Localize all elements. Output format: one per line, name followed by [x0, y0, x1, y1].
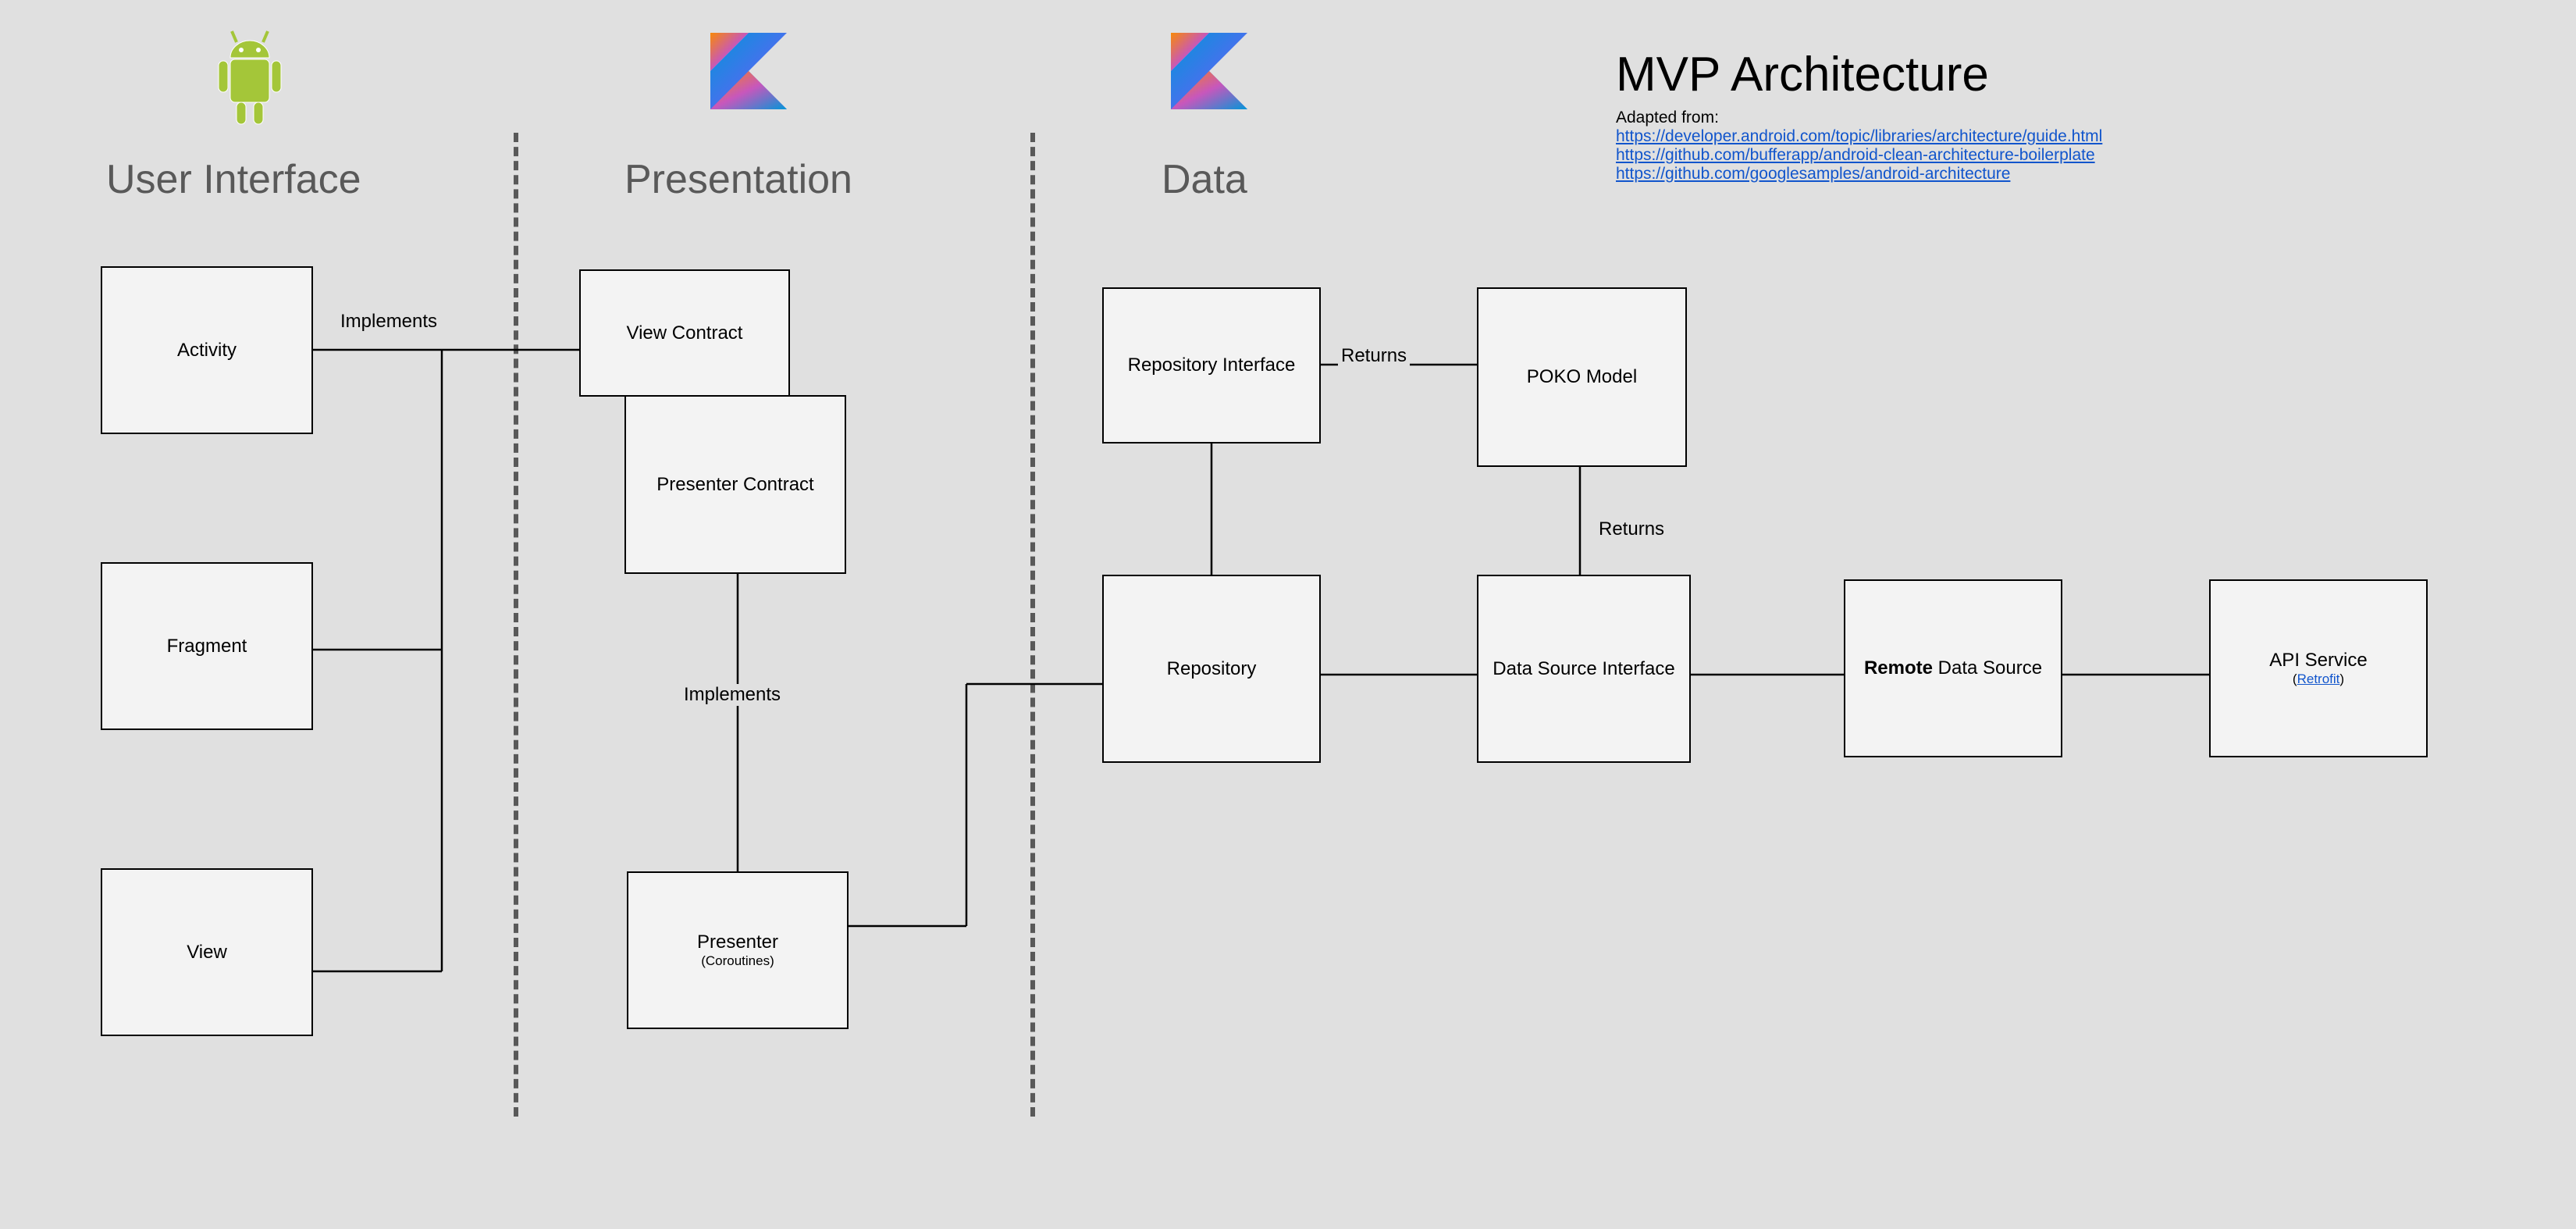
section-title-ui: User Interface: [106, 156, 361, 203]
title-block: MVP Architecture Adapted from: https://d…: [1616, 47, 2514, 183]
label-bold: Remote: [1864, 657, 1933, 679]
box-view: View: [101, 868, 313, 1036]
ref-link[interactable]: https://developer.android.com/topic/libr…: [1616, 127, 2514, 146]
ref-link[interactable]: https://github.com/googlesamples/android…: [1616, 165, 2514, 183]
box-dsi: Data Source Interface: [1477, 575, 1691, 763]
retrofit-link[interactable]: Retrofit: [2297, 671, 2340, 686]
box-poko: POKO Model: [1477, 287, 1687, 467]
label: Repository: [1167, 658, 1257, 680]
box-remote: Remote Data Source: [1844, 579, 2062, 757]
edge-implements: Implements: [337, 311, 440, 333]
sublabel: (Coroutines): [701, 953, 774, 969]
ref-link[interactable]: https://github.com/bufferapp/android-cle…: [1616, 146, 2514, 165]
label: Repository Interface: [1128, 354, 1296, 376]
sublabel: (Retrofit): [2293, 671, 2344, 687]
label: Data Source: [1938, 657, 2042, 679]
android-icon: [207, 20, 293, 134]
label: Presenter Contract: [656, 474, 813, 496]
kotlin-icon: [1171, 33, 1247, 113]
divider: [1030, 133, 1035, 1117]
label: POKO Model: [1527, 366, 1637, 388]
box-repository: Repository: [1102, 575, 1321, 763]
kotlin-icon: [710, 33, 787, 113]
section-title-presentation: Presentation: [624, 156, 852, 203]
page-title: MVP Architecture: [1616, 47, 2514, 102]
box-presenter-contract: Presenter Contract: [624, 395, 846, 574]
adapted-label: Adapted from:: [1616, 109, 2514, 127]
edge-implements: Implements: [681, 684, 784, 706]
label: Fragment: [167, 636, 247, 657]
label: Data Source Interface: [1493, 658, 1674, 680]
label: View Contract: [627, 322, 743, 344]
box-repo-interface: Repository Interface: [1102, 287, 1321, 444]
label: View: [187, 942, 227, 964]
section-title-data: Data: [1162, 156, 1247, 203]
box-api: API Service (Retrofit): [2209, 579, 2428, 757]
label: Presenter: [697, 932, 778, 953]
box-presenter: Presenter (Coroutines): [627, 871, 849, 1029]
box-fragment: Fragment: [101, 562, 313, 730]
edge-returns: Returns: [1338, 345, 1410, 367]
label: Activity: [177, 340, 237, 362]
divider: [514, 133, 518, 1117]
label: API Service: [2269, 650, 2367, 671]
box-view-contract: View Contract: [579, 269, 790, 397]
box-activity: Activity: [101, 266, 313, 434]
edge-returns: Returns: [1596, 518, 1667, 540]
